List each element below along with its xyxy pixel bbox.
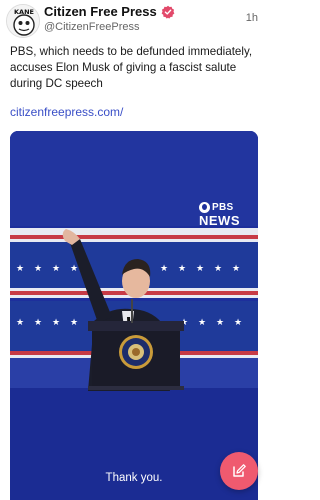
news-logo-text: NEWS xyxy=(199,213,240,228)
post-card[interactable]: KANE Citizen Free Press @CitizenFreePres… xyxy=(0,0,268,500)
compose-icon xyxy=(233,464,246,477)
svg-text:★: ★ xyxy=(16,264,24,274)
svg-text:★: ★ xyxy=(198,318,206,328)
author-name-row: Citizen Free Press xyxy=(44,4,175,19)
svg-text:★: ★ xyxy=(196,264,204,274)
svg-text:★: ★ xyxy=(232,264,240,274)
svg-text:★: ★ xyxy=(178,264,186,274)
svg-text:★: ★ xyxy=(214,264,222,274)
svg-text:★: ★ xyxy=(70,264,78,274)
post-link[interactable]: citizenfreepress.com/ xyxy=(10,105,123,119)
svg-text:★: ★ xyxy=(52,318,60,328)
svg-text:★: ★ xyxy=(216,318,224,328)
svg-text:★: ★ xyxy=(16,318,24,328)
post-timestamp: 1h xyxy=(245,12,258,24)
author-handle[interactable]: @CitizenFreePress xyxy=(44,21,140,33)
svg-text:★: ★ xyxy=(234,318,242,328)
svg-text:★: ★ xyxy=(34,264,42,274)
svg-text:★: ★ xyxy=(34,318,42,328)
post-media-video[interactable]: ★ ★ ★ ★ ★ ★ ★ ★ ★ ★ ★ ★ ★ ★ ★ ★ ★ PBS NE… xyxy=(10,131,258,500)
avatar-image: KANE xyxy=(7,5,39,37)
video-frame: ★ ★ ★ ★ ★ ★ ★ ★ ★ ★ ★ ★ ★ ★ ★ ★ ★ xyxy=(10,131,258,500)
pbs-head-icon xyxy=(199,202,210,213)
pbs-logo-text: PBS xyxy=(212,202,234,213)
author-avatar[interactable]: KANE xyxy=(6,4,40,38)
compose-button[interactable] xyxy=(220,452,258,490)
pbs-news-logo: PBS NEWS xyxy=(199,202,240,227)
verified-badge-icon xyxy=(161,5,175,19)
svg-text:★: ★ xyxy=(70,318,78,328)
svg-text:★: ★ xyxy=(160,264,168,274)
avatar-logo-text: KANE xyxy=(14,8,34,16)
svg-text:★: ★ xyxy=(52,264,60,274)
author-name[interactable]: Citizen Free Press xyxy=(44,4,157,19)
post-text: PBS, which needs to be defunded immediat… xyxy=(10,45,253,90)
